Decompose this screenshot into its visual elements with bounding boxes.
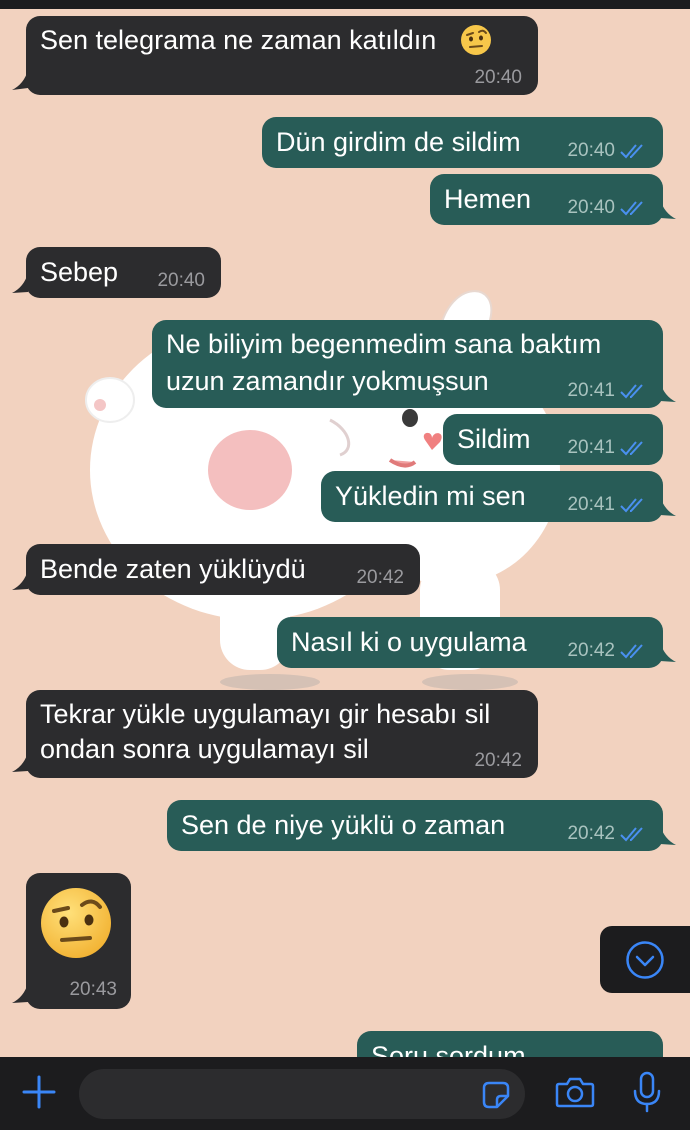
message-time: 20:40 — [567, 197, 647, 219]
face-with-raised-eyebrow-icon — [41, 888, 111, 958]
read-ticks-icon — [620, 144, 643, 159]
composer-bar — [0, 1057, 690, 1130]
message-incoming-emoji[interactable]: 20:43 — [26, 873, 131, 1009]
message-incoming[interactable]: Tekrar yükle uygulamayı gir hesabı sil o… — [26, 690, 538, 778]
message-text: Sen de niye yüklü o zaman — [181, 810, 506, 840]
message-time: 20:41 — [567, 494, 647, 516]
read-ticks-icon — [620, 498, 643, 513]
message-incoming[interactable]: Sebep 20:40 — [26, 247, 221, 298]
plus-icon[interactable] — [22, 1075, 56, 1109]
message-time: 20:40 — [567, 140, 647, 162]
message-outgoing[interactable]: Nasıl ki o uygulama 20:42 — [277, 617, 663, 668]
read-ticks-icon — [620, 201, 643, 216]
message-text: Sildim — [457, 424, 531, 454]
message-text-line-2: uzun zamandır yokmuşsun — [166, 366, 489, 396]
message-incoming[interactable]: Bende zaten yüklüydü 20:42 — [26, 544, 420, 595]
message-text: Yükledin mi sen — [335, 481, 526, 511]
message-time: 20:42 — [567, 640, 647, 662]
message-text: Hemen — [444, 184, 532, 214]
read-ticks-icon — [620, 644, 643, 659]
message-outgoing[interactable]: Hemen 20:40 — [430, 174, 663, 225]
face-with-raised-eyebrow-icon — [461, 25, 491, 55]
message-text: Sebep — [40, 257, 119, 287]
message-text: Sen telegrama ne zaman katıldın — [40, 25, 437, 55]
read-ticks-icon — [620, 827, 643, 842]
message-time: 20:40 — [474, 67, 522, 88]
message-time: 20:40 — [157, 270, 205, 291]
message-outgoing[interactable]: Ne biliyim begenmedim sana baktım uzun z… — [152, 320, 663, 408]
message-time: 20:42 — [567, 823, 647, 845]
message-outgoing[interactable]: Soru sordum — [357, 1031, 663, 1057]
chat-area[interactable]: Sen telegrama ne zaman katıldın 20:40 Dü… — [0, 0, 690, 1057]
message-text: Bende zaten yüklüydü — [40, 554, 306, 584]
message-text: Nasıl ki o uygulama — [291, 627, 527, 657]
message-input[interactable] — [79, 1069, 525, 1119]
message-outgoing[interactable]: Dün girdim de sildim 20:40 — [262, 117, 663, 168]
message-outgoing[interactable]: Sildim 20:41 — [443, 414, 663, 465]
message-time: 20:42 — [474, 750, 522, 771]
message-text-line-2: ondan sonra uygulamayı sil — [40, 734, 369, 764]
status-strip — [0, 0, 690, 9]
message-incoming[interactable]: Sen telegrama ne zaman katıldın 20:40 — [26, 16, 538, 95]
message-text-line-1: Tekrar yükle uygulamayı gir hesabı sil — [40, 699, 491, 729]
read-ticks-icon — [620, 441, 643, 456]
message-text: Dün girdim de sildim — [276, 127, 521, 157]
message-time: 20:41 — [567, 380, 647, 402]
scroll-to-bottom-button[interactable] — [600, 926, 690, 993]
message-time: 20:43 — [69, 979, 117, 1000]
message-text: Soru sordum — [371, 1041, 526, 1057]
message-outgoing[interactable]: Yükledin mi sen 20:41 — [321, 471, 663, 522]
sticker-icon[interactable] — [481, 1080, 511, 1110]
microphone-icon[interactable] — [632, 1071, 662, 1113]
message-outgoing[interactable]: Sen de niye yüklü o zaman 20:42 — [167, 800, 663, 851]
message-text-line-1: Ne biliyim begenmedim sana baktım — [166, 329, 602, 359]
read-ticks-icon — [620, 384, 643, 399]
message-time: 20:42 — [356, 567, 404, 588]
chevron-down-circle-icon — [626, 941, 664, 979]
camera-icon[interactable] — [555, 1075, 595, 1109]
message-time: 20:41 — [567, 437, 647, 459]
